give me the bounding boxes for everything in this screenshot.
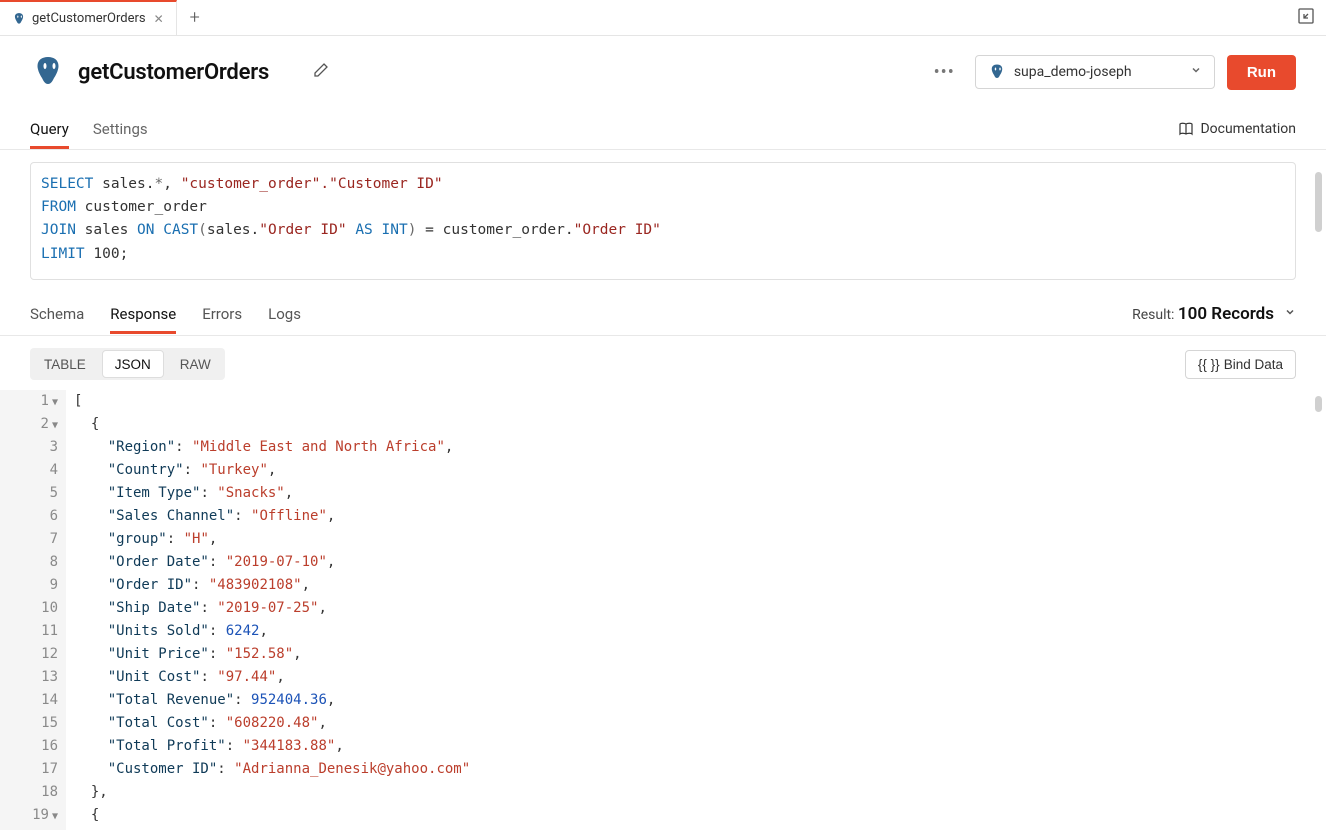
- bind-data-button[interactable]: {{ }} Bind Data: [1185, 350, 1296, 379]
- close-tab-icon[interactable]: ✕: [154, 12, 164, 26]
- view-mode-raw[interactable]: RAW: [166, 348, 225, 380]
- expand-panel-icon[interactable]: [1286, 8, 1326, 28]
- file-tab-label: getCustomerOrders: [32, 11, 146, 26]
- view-mode-json[interactable]: JSON: [102, 350, 164, 378]
- result-count[interactable]: Result: 100 Records: [1132, 304, 1296, 324]
- braces-icon: {{ }}: [1198, 357, 1220, 372]
- view-mode-segmented: TABLE JSON RAW: [30, 348, 225, 380]
- more-menu-icon[interactable]: •••: [926, 62, 963, 83]
- json-response-viewer[interactable]: 1▼2▼345678910111213141516171819▼ [ { "Re…: [0, 390, 1326, 830]
- sql-editor[interactable]: SELECT sales.*, "customer_order"."Custom…: [30, 162, 1296, 280]
- chevron-down-icon: [1190, 64, 1202, 80]
- file-tab[interactable]: getCustomerOrders ✕: [0, 0, 177, 36]
- database-selector-label: supa_demo-joseph: [1014, 64, 1182, 80]
- run-button[interactable]: Run: [1227, 55, 1296, 90]
- add-tab-button[interactable]: +: [177, 7, 213, 28]
- query-title: getCustomerOrders: [78, 60, 269, 85]
- json-code: [ { "Region": "Middle East and North Afr…: [66, 390, 1326, 830]
- tab-schema[interactable]: Schema: [30, 295, 84, 333]
- scrollbar[interactable]: [1315, 172, 1322, 292]
- book-icon: [1178, 122, 1194, 136]
- tab-query[interactable]: Query: [30, 110, 69, 148]
- tab-errors[interactable]: Errors: [202, 295, 242, 333]
- postgres-icon: [988, 63, 1006, 81]
- postgres-icon: [12, 12, 26, 26]
- documentation-label: Documentation: [1200, 121, 1296, 137]
- result-tabs: Schema Response Errors Logs Result: 100 …: [0, 292, 1326, 336]
- query-header: getCustomerOrders ••• supa_demo-joseph R…: [0, 36, 1326, 108]
- postgres-logo-icon: [30, 54, 66, 90]
- query-subtabs: Query Settings Documentation: [0, 108, 1326, 150]
- response-toolbar: TABLE JSON RAW {{ }} Bind Data: [0, 336, 1326, 390]
- tab-response[interactable]: Response: [110, 295, 176, 333]
- tab-settings[interactable]: Settings: [93, 110, 148, 148]
- view-mode-table[interactable]: TABLE: [30, 348, 100, 380]
- tab-bar: getCustomerOrders ✕ +: [0, 0, 1326, 36]
- database-selector[interactable]: supa_demo-joseph: [975, 55, 1215, 89]
- scrollbar[interactable]: [1315, 396, 1322, 416]
- edit-title-icon[interactable]: [313, 62, 329, 82]
- line-gutter: 1▼2▼345678910111213141516171819▼: [0, 390, 66, 830]
- documentation-link[interactable]: Documentation: [1178, 121, 1296, 137]
- bind-data-label: Bind Data: [1224, 357, 1283, 372]
- tab-logs[interactable]: Logs: [268, 295, 301, 333]
- chevron-down-icon: [1284, 306, 1296, 322]
